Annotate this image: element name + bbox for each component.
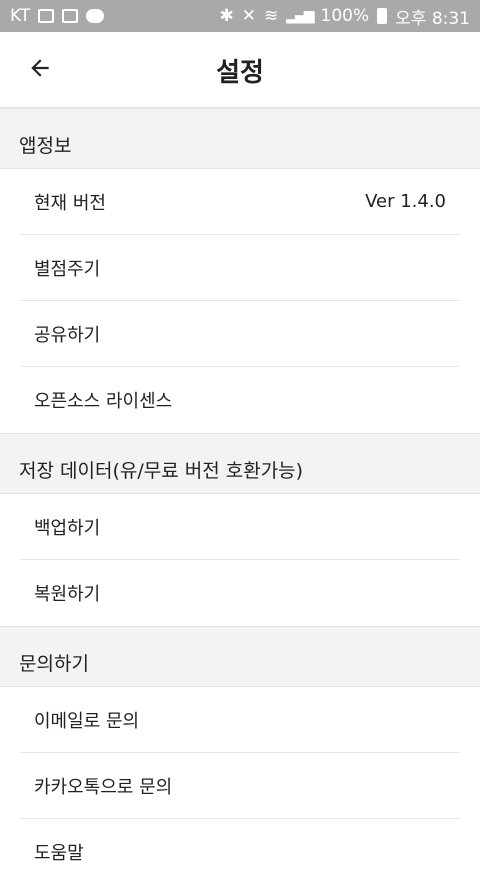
clock: 오후 8:31 bbox=[395, 8, 470, 29]
section-header-storage: 저장 데이터(유/무료 버전 호환가능) bbox=[0, 433, 480, 494]
carrier-label: KT bbox=[10, 6, 31, 26]
version-value: Ver 1.4.0 bbox=[365, 191, 446, 212]
kakaotalk-inquiry-item[interactable]: 카카오톡으로 문의 bbox=[20, 753, 460, 819]
battery-icon bbox=[377, 8, 388, 24]
list-item-label: 도움말 bbox=[34, 843, 84, 864]
help-item[interactable]: 도움말 bbox=[20, 819, 460, 885]
gallery-icon bbox=[62, 9, 79, 23]
wifi-icon: ≋ bbox=[263, 6, 279, 26]
share-item[interactable]: 공유하기 bbox=[20, 301, 460, 367]
list-item-label: 백업하기 bbox=[34, 517, 101, 539]
email-inquiry-item[interactable]: 이메일로 문의 bbox=[20, 687, 460, 753]
backup-item[interactable]: 백업하기 bbox=[20, 494, 460, 560]
list-item-label: 공유하기 bbox=[34, 324, 101, 346]
restore-item[interactable]: 복원하기 bbox=[20, 560, 460, 626]
status-bar-left: KT bbox=[10, 6, 105, 26]
list-item-label: 현재 버전 bbox=[34, 192, 106, 214]
bluetooth-icon: ✱ bbox=[219, 6, 234, 26]
section-header-inquiry: 문의하기 bbox=[0, 626, 480, 687]
signal-icon: ▂▄▆ bbox=[286, 8, 314, 24]
list-item-label: 복원하기 bbox=[34, 584, 101, 605]
message-icon bbox=[38, 9, 55, 23]
list-item-label: 오픈소스 라이센스 bbox=[34, 391, 173, 412]
rate-app-item[interactable]: 별점주기 bbox=[20, 235, 460, 301]
list-item-label: 이메일로 문의 bbox=[34, 710, 140, 732]
list-item-label: 별점주기 bbox=[34, 258, 101, 280]
status-bar: KT ✱ ✕ ≋ ▂▄▆ 100% 오후 8:31 bbox=[0, 0, 480, 32]
open-source-license-item[interactable]: 오픈소스 라이센스 bbox=[20, 367, 460, 433]
mute-icon: ✕ bbox=[241, 6, 256, 26]
battery-level: 100% bbox=[320, 6, 370, 26]
section-header-app-info: 앱정보 bbox=[0, 108, 480, 169]
chat-bubble-icon bbox=[86, 9, 105, 23]
app-bar: 설정 bbox=[0, 32, 480, 108]
current-version-item[interactable]: 현재 버전 Ver 1.4.0 bbox=[20, 169, 460, 235]
page-title: 설정 bbox=[216, 58, 264, 88]
status-bar-right: ✱ ✕ ≋ ▂▄▆ 100% 오후 8:31 bbox=[219, 4, 470, 29]
list-item-label: 카카오톡으로 문의 bbox=[34, 776, 173, 798]
settings-list: 앱정보 현재 버전 Ver 1.4.0 별점주기 공유하기 오픈소스 라이센스 … bbox=[0, 108, 480, 885]
